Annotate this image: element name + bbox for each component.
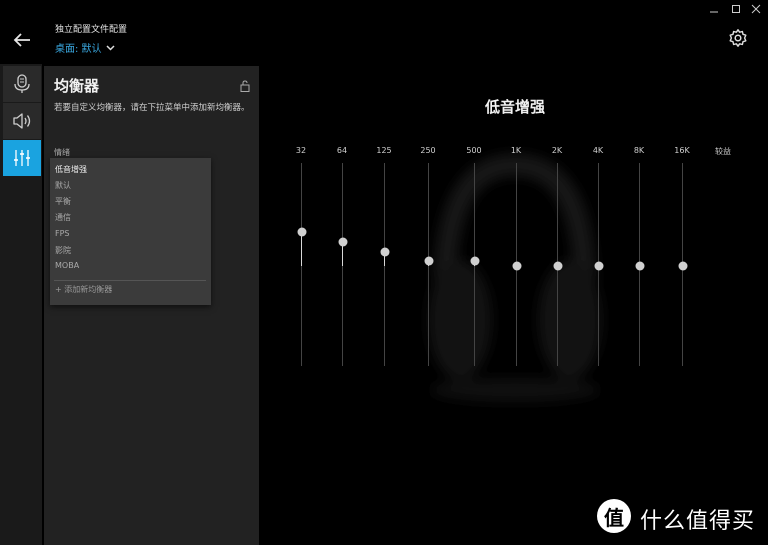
minimize-icon[interactable] — [708, 3, 720, 15]
panel-title: 均衡器 — [54, 77, 100, 95]
profile-selected-label: 桌面: 默认 — [55, 44, 102, 55]
band-label: 4K — [592, 146, 604, 155]
equalizer-sliders-icon — [14, 150, 30, 166]
microphone-icon — [14, 74, 30, 93]
maximize-icon[interactable] — [730, 3, 742, 15]
band-slider-knob[interactable] — [678, 261, 687, 271]
preset-item[interactable]: FPS — [55, 229, 70, 238]
band-slider-knob[interactable] — [553, 261, 562, 271]
profile-title: 独立配置文件配置 — [55, 25, 128, 35]
band-label: 250 — [420, 146, 436, 155]
panel-description: 若要自定义均衡器，请在下拉菜单中添加新均衡器。 — [54, 103, 250, 113]
band-slider-fill — [301, 232, 302, 266]
preset-item[interactable]: 影院 — [55, 245, 71, 256]
equalizer-panel — [44, 66, 259, 545]
band-label: 16K — [674, 146, 690, 155]
preset-item[interactable]: MOBA — [55, 261, 79, 270]
band-slider-knob[interactable] — [470, 256, 479, 266]
speaker-icon — [13, 113, 31, 129]
band-slider-knob[interactable] — [594, 261, 603, 271]
add-preset-button[interactable]: + 添加新均衡器 — [55, 284, 112, 295]
close-icon[interactable] — [750, 3, 762, 15]
gear-icon[interactable] — [728, 28, 748, 48]
preset-item[interactable]: 通信 — [55, 212, 71, 223]
preset-item[interactable]: 默认 — [55, 180, 71, 191]
band-slider-knob[interactable] — [297, 227, 306, 237]
preset-item[interactable]: 低音增强 — [55, 164, 87, 175]
band-label: 125 — [376, 146, 392, 155]
profile-dropdown[interactable]: 桌面: 默认 — [55, 40, 115, 55]
band-slider-knob[interactable] — [635, 261, 644, 271]
band-slider-knob[interactable] — [512, 261, 521, 271]
band-label: 2K — [551, 146, 563, 155]
band-label: 500 — [466, 146, 482, 155]
headphone-background-image — [428, 153, 602, 402]
dropdown-divider — [54, 280, 206, 281]
band-label: 1K — [510, 146, 522, 155]
chevron-down-icon — [106, 44, 115, 51]
preset-dropdown-menu: 低音增强 默认 平衡 通信 FPS 影院 MOBA + 添加新均衡器 — [50, 158, 211, 305]
left-rail — [0, 64, 42, 545]
preset-item[interactable]: 平衡 — [55, 196, 71, 207]
unlock-icon[interactable] — [240, 80, 250, 92]
gain-label: 较益 — [715, 147, 731, 156]
band-slider-knob[interactable] — [338, 237, 347, 247]
watermark-text: 什么值得买 — [640, 509, 756, 534]
band-label: 64 — [336, 146, 348, 155]
preset-title: 低音增强 — [484, 98, 545, 116]
rail-equalizer-button[interactable] — [3, 140, 41, 176]
watermark-logo: 值 — [597, 499, 631, 533]
preset-label: 情绪 — [54, 148, 70, 157]
band-slider-knob[interactable] — [380, 247, 389, 257]
band-label: 8K — [633, 146, 645, 155]
back-arrow-icon[interactable] — [12, 30, 32, 50]
band-label: 32 — [295, 146, 307, 155]
band-slider-knob[interactable] — [424, 256, 433, 266]
rail-microphone-button[interactable] — [3, 66, 41, 102]
rail-speaker-button[interactable] — [3, 103, 41, 139]
